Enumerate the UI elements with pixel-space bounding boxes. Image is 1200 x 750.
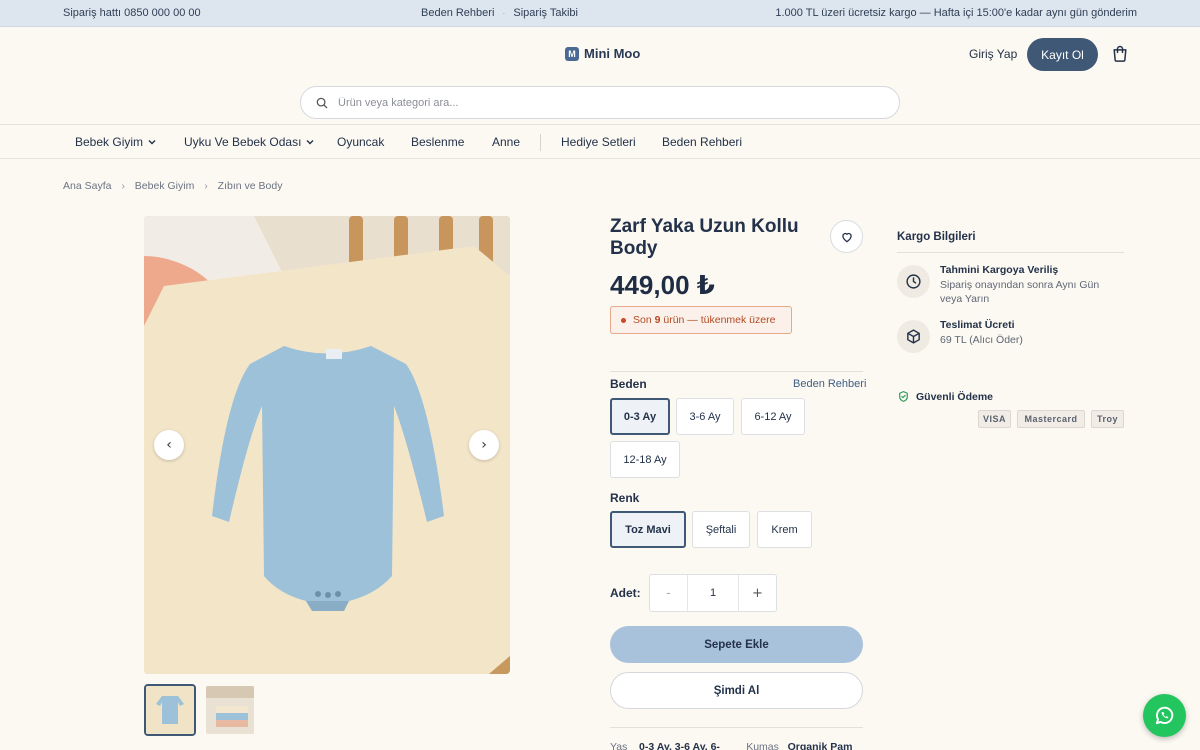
whatsapp-icon: [1155, 706, 1174, 725]
search-icon: [316, 97, 328, 109]
color-option-toz-mavi[interactable]: Toz Mavi: [610, 511, 686, 548]
quantity-stepper: - +: [649, 574, 777, 612]
heart-icon: [842, 232, 852, 243]
quantity-label: Adet:: [610, 586, 641, 600]
prev-image-button[interactable]: ‹: [154, 430, 184, 460]
shipping-dispatch-text: Sipariş onayından sonra Aynı Gün veya Ya…: [940, 279, 1100, 305]
thumbnail-2[interactable]: [204, 684, 256, 736]
nav-item-hediye-setleri[interactable]: Hediye Setleri: [561, 135, 636, 149]
nav-item-oyuncak[interactable]: Oyuncak: [337, 135, 384, 149]
shipping-info-title: Kargo Bilgileri: [897, 231, 976, 243]
size-guide-link[interactable]: Beden Rehberi: [793, 378, 866, 390]
spec-fabric-value: Organik Pam: [787, 741, 853, 750]
chevron-right-icon: ›: [204, 180, 208, 192]
product-price: 449,00 ₺: [610, 270, 715, 300]
cart-icon[interactable]: [1110, 44, 1130, 64]
quantity-increase-button[interactable]: +: [738, 575, 776, 611]
chevron-right-icon: ›: [121, 180, 125, 192]
product-specs: Yaş 0-3 Ay, 3-6 Ay, 6- Kumaş Organik Pam: [610, 741, 852, 750]
color-option-seftali[interactable]: Şeftali: [692, 511, 750, 548]
site-logo[interactable]: M Mini Moo: [565, 46, 640, 61]
quantity-input[interactable]: [688, 575, 738, 611]
shipping-promo: 1.000 TL üzeri ücretsiz kargo — Hafta iç…: [775, 7, 1137, 19]
nav-item-bebek-giyim[interactable]: Bebek Giyim: [75, 135, 157, 149]
delivery-fee-heading: Teslimat Ücreti: [940, 319, 1015, 331]
nav-label: Uyku Ve Bebek Odası: [184, 135, 302, 149]
size-option-3-6[interactable]: 3-6 Ay: [676, 398, 734, 435]
size-guide-link[interactable]: Beden Rehberi: [421, 7, 494, 19]
breadcrumb-category[interactable]: Bebek Giyim: [135, 180, 195, 192]
spec-age-label: Yaş: [610, 741, 628, 750]
add-to-cart-button[interactable]: Sepete Ekle: [610, 626, 863, 663]
thumbnail-1[interactable]: [144, 684, 196, 736]
size-option-6-12[interactable]: 6-12 Ay: [741, 398, 805, 435]
nav-item-anne[interactable]: Anne: [492, 135, 520, 149]
secure-payment-label: Güvenli Ödeme: [916, 390, 994, 403]
clock-icon: [897, 265, 930, 298]
secure-payment: Güvenli Ödeme: [897, 390, 993, 403]
quantity-decrease-button[interactable]: -: [650, 575, 688, 611]
shipping-dispatch-heading: Tahmini Kargoya Veriliş: [940, 264, 1059, 276]
separator-dot: ·: [502, 8, 506, 18]
order-tracking-link[interactable]: Sipariş Takibi: [513, 7, 578, 19]
spec-age-value: 0-3 Ay, 3-6 Ay, 6-: [639, 741, 720, 750]
divider: [897, 252, 1124, 253]
whatsapp-chat-button[interactable]: [1143, 694, 1186, 737]
top-links: Beden Rehberi · Sipariş Takibi: [421, 7, 578, 19]
stock-suffix: ürün — tükenmek üzere: [660, 314, 776, 326]
stock-prefix: Son: [633, 314, 655, 326]
box-icon: [897, 320, 930, 353]
chevron-down-icon: [306, 140, 314, 145]
chevron-down-icon: [148, 140, 156, 145]
nav-item-beslenme[interactable]: Beslenme: [411, 135, 464, 149]
nav-item-beden-rehberi[interactable]: Beden Rehberi: [662, 135, 742, 149]
spec-fabric-label: Kumaş: [746, 741, 779, 750]
register-button[interactable]: Kayıt Ol: [1027, 38, 1098, 71]
payment-badge-mastercard: Mastercard: [1017, 410, 1085, 428]
breadcrumb-home[interactable]: Ana Sayfa: [63, 180, 111, 192]
delivery-fee-text: 69 TL (Alıcı Öder): [940, 334, 1023, 346]
shield-check-icon: [899, 391, 908, 402]
product-main-image: [144, 216, 510, 674]
nav-label: Bebek Giyim: [75, 135, 144, 149]
logo-mark-icon: M: [565, 46, 579, 61]
size-label: Beden: [610, 377, 647, 391]
color-label: Renk: [610, 491, 640, 505]
search-bar[interactable]: [300, 86, 900, 119]
color-option-krem[interactable]: Krem: [757, 511, 812, 548]
nav-divider: [540, 134, 541, 151]
main-nav: Bebek Giyim Uyku Ve Bebek Odası Oyuncak …: [0, 124, 1200, 159]
divider: [610, 727, 863, 728]
favorite-button[interactable]: [830, 220, 863, 253]
breadcrumb-subcategory[interactable]: Zıbın ve Body: [218, 180, 283, 192]
low-stock-badge: Son 9 ürün — tükenmek üzere: [610, 306, 792, 334]
product-title: Zarf Yaka Uzun Kollu Body: [610, 216, 799, 259]
breadcrumb: Ana Sayfa › Bebek Giyim › Zıbın ve Body: [63, 180, 282, 192]
size-option-0-3[interactable]: 0-3 Ay: [610, 398, 670, 435]
login-link[interactable]: Giriş Yap: [969, 47, 1017, 61]
nav-item-uyku[interactable]: Uyku Ve Bebek Odası: [184, 135, 315, 149]
top-bar: Sipariş hattı 0850 000 00 00 Beden Rehbe…: [0, 0, 1200, 27]
next-image-button[interactable]: ›: [469, 430, 499, 460]
divider: [610, 371, 863, 372]
payment-badge-troy: Troy: [1091, 410, 1124, 428]
buy-now-button[interactable]: Şimdi Al: [610, 672, 863, 709]
logo-text: Mini Moo: [584, 46, 641, 61]
search-input[interactable]: [338, 87, 878, 118]
payment-badge-visa: VISA: [978, 410, 1011, 428]
size-option-12-18[interactable]: 12-18 Ay: [610, 441, 680, 478]
order-hotline: Sipariş hattı 0850 000 00 00: [63, 7, 201, 19]
